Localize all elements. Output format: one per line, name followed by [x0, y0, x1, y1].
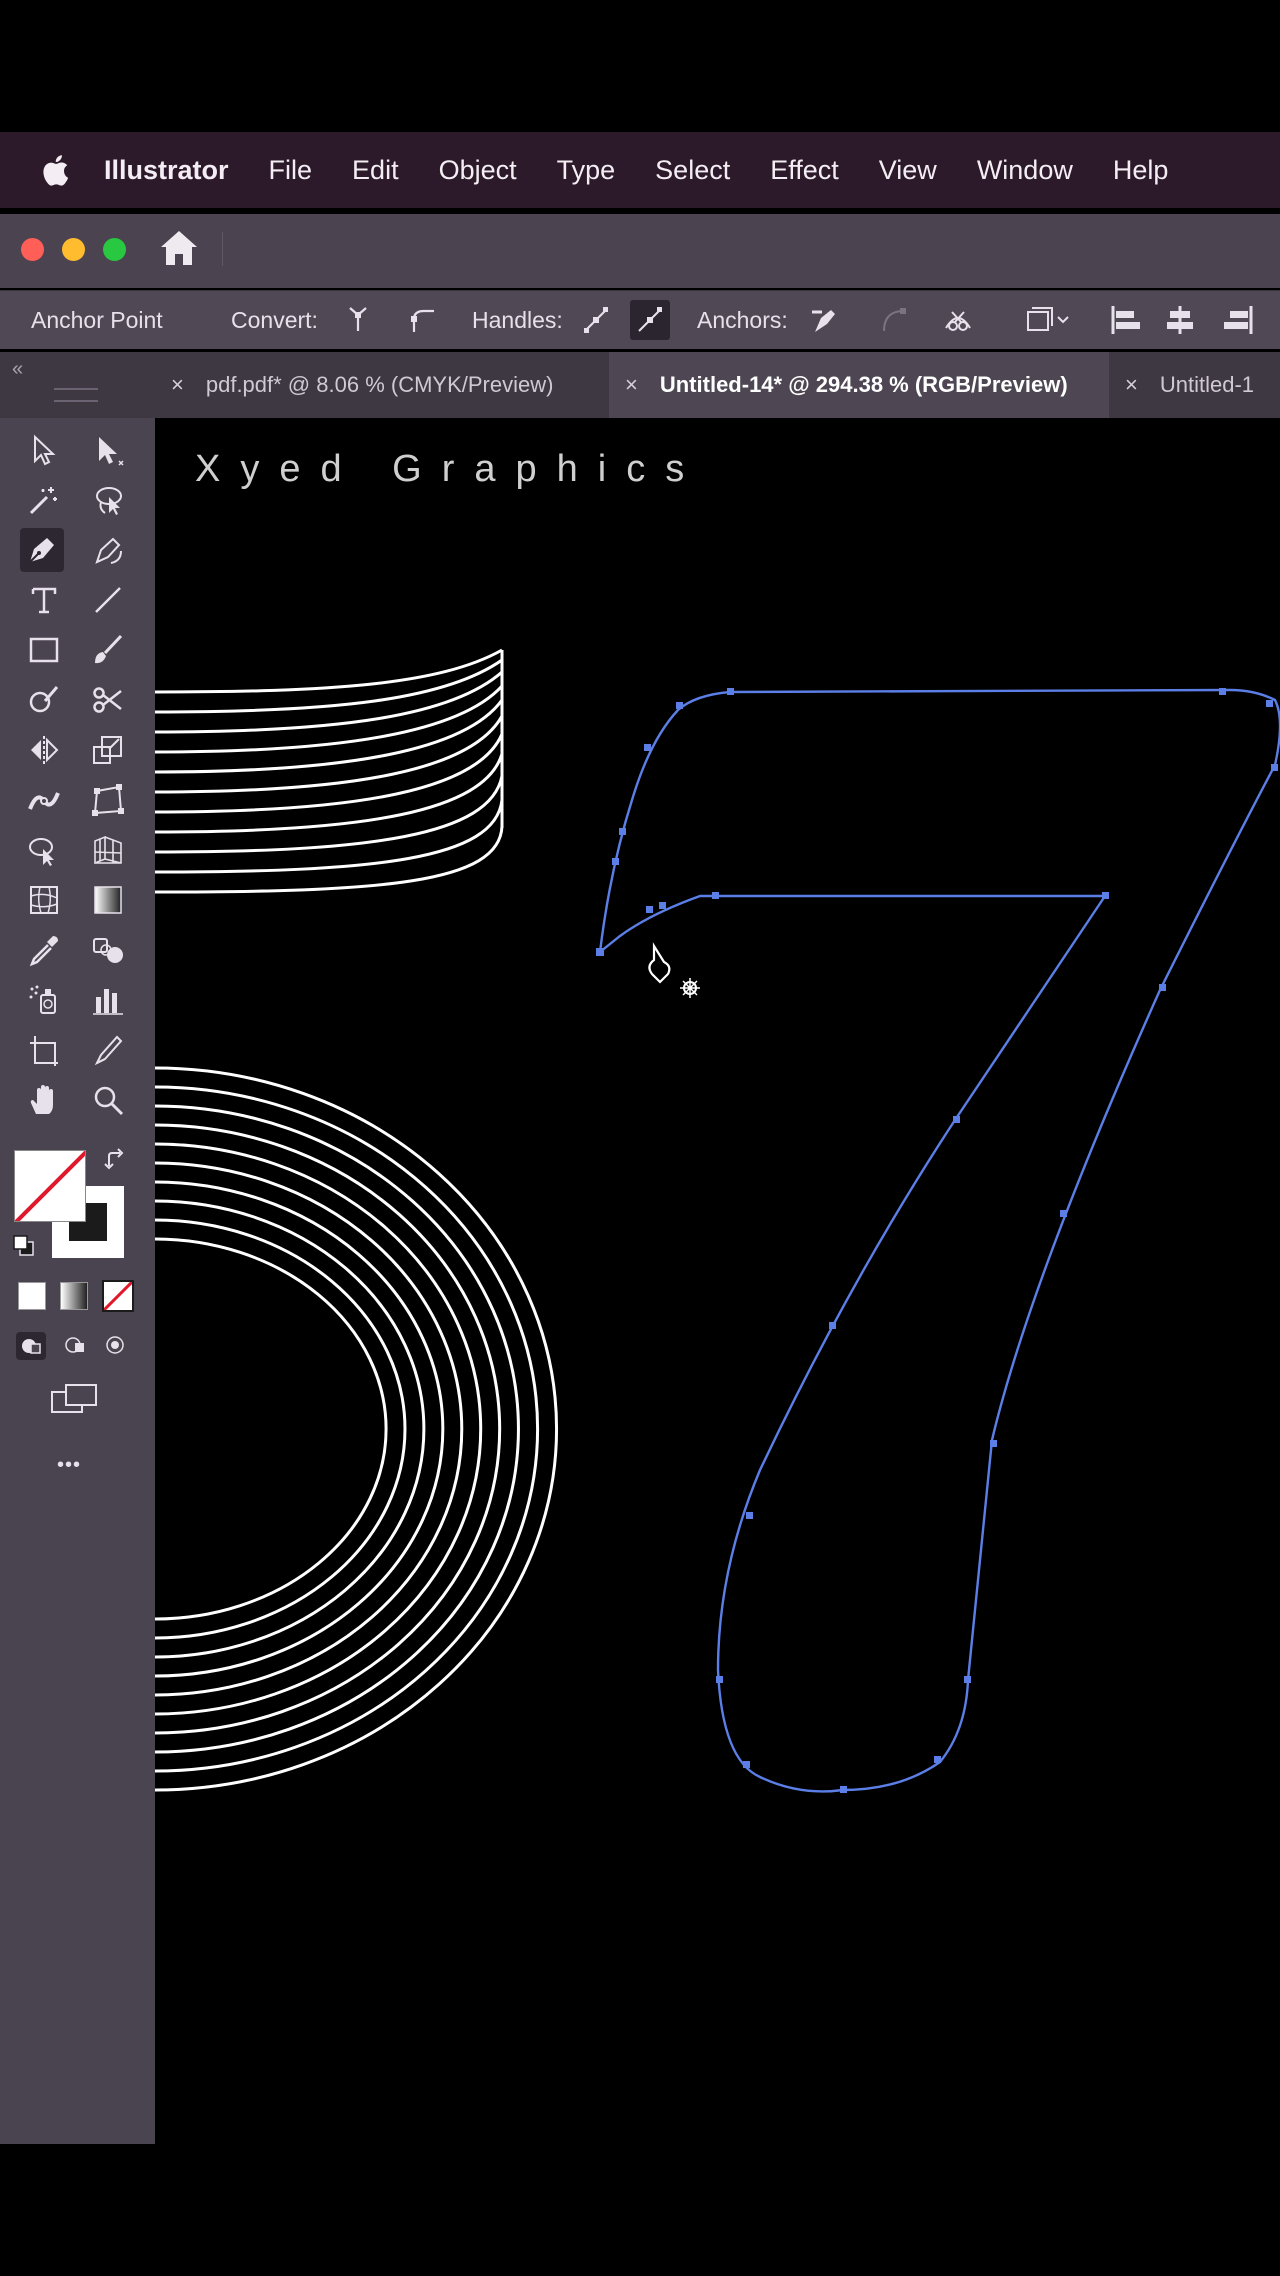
bottom-letterbox — [0, 2144, 1280, 2276]
fan-stroke-lines — [154, 648, 504, 894]
arc-stroke-lines — [155, 1066, 559, 1792]
anchor-points — [596, 688, 1278, 1793]
seven-outline-path — [598, 688, 1280, 1793]
pen-cursor-icon — [648, 942, 700, 998]
artwork-layer — [154, 648, 1280, 1793]
